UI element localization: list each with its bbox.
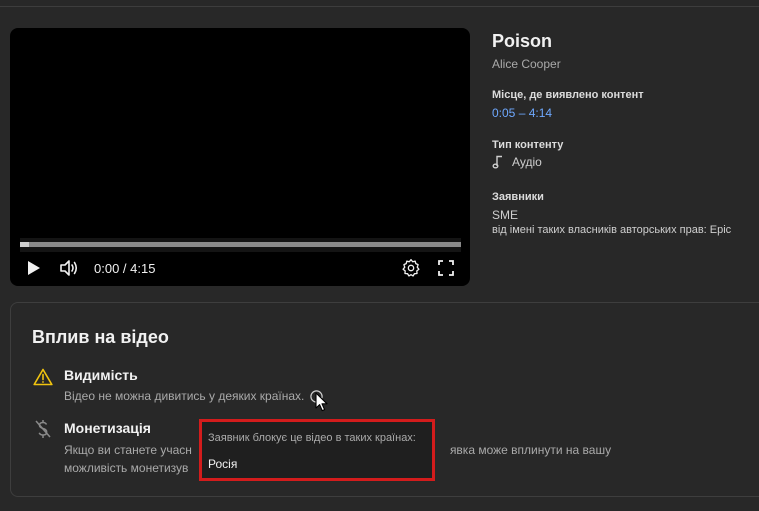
video-player[interactable]: 0:00 / 4:15 xyxy=(10,28,470,286)
visibility-text: Відео не можна дивитись у деяких країнах… xyxy=(64,389,305,403)
player-controls: 0:00 / 4:15 xyxy=(10,254,470,284)
claimant-name: SME xyxy=(492,208,519,222)
impact-title: Вплив на відео xyxy=(32,327,169,347)
volume-icon xyxy=(60,260,78,276)
blocked-country: Росія xyxy=(208,457,238,471)
monetization-text-left: Якщо ви станете учасн xyxy=(64,443,192,457)
content-type: Аудіо xyxy=(492,155,542,169)
claim-info: Poison Alice Cooper Місце, де виявлено к… xyxy=(492,30,759,236)
fullscreen-icon xyxy=(438,260,454,276)
mouse-cursor-icon xyxy=(315,392,328,412)
warning-icon xyxy=(33,367,53,387)
settings-button[interactable] xyxy=(400,257,422,279)
gear-icon xyxy=(402,259,420,277)
visibility-title: Видимість xyxy=(64,367,138,383)
tooltip-heading: Заявник блокує це відео в таких країнах: xyxy=(208,432,416,444)
blocked-countries-tooltip: Заявник блокує це відео в таких країнах:… xyxy=(199,419,435,481)
found-range-link[interactable]: 0:05 – 4:14 xyxy=(492,106,552,120)
music-note-icon xyxy=(492,155,506,169)
progress-start-marker xyxy=(20,242,29,247)
claimants-label: Заявники xyxy=(492,191,544,203)
artist-name: Alice Cooper xyxy=(492,57,561,71)
play-icon xyxy=(28,261,40,275)
monetization-text-right: явка може вплинути на вашу xyxy=(449,443,612,457)
progress-bar[interactable] xyxy=(20,242,461,247)
song-title: Poison xyxy=(492,31,553,51)
volume-button[interactable] xyxy=(58,257,80,279)
found-label: Місце, де виявлено контент xyxy=(492,89,644,101)
play-button[interactable] xyxy=(24,257,44,279)
content-type-value: Аудіо xyxy=(512,155,542,169)
top-divider xyxy=(0,6,759,7)
monetization-text-line2: можливість монетизув xyxy=(64,461,189,475)
time-display: 0:00 / 4:15 xyxy=(94,261,156,276)
visibility-text-row: Відео не можна дивитись у деяких країнах… xyxy=(64,387,324,405)
progress-track[interactable] xyxy=(20,238,461,252)
monetization-off-icon xyxy=(33,419,53,439)
fullscreen-button[interactable] xyxy=(436,257,456,279)
content-type-label: Тип контенту xyxy=(492,139,564,151)
monetization-title: Монетизація xyxy=(64,420,151,436)
claimant-note: від імені таких власників авторських пра… xyxy=(492,224,732,236)
